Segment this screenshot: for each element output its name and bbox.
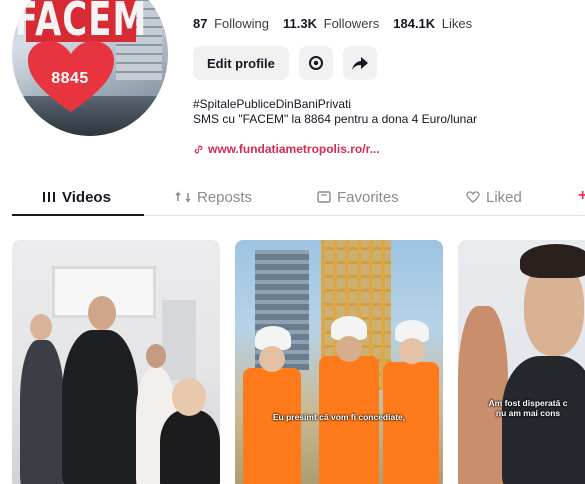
thumb-person	[502, 356, 585, 484]
thumb-head	[146, 344, 166, 368]
thumb-vest	[243, 368, 301, 484]
tab-reposts[interactable]: Reposts	[175, 178, 252, 216]
edit-profile-button[interactable]: Edit profile	[193, 46, 289, 80]
avatar-sign: FACEM	[15, 0, 146, 47]
profile-avatar[interactable]: FACEM 8845	[12, 0, 168, 136]
bio-hashtag[interactable]: #SpitalePubliceDinBaniPrivati	[193, 97, 477, 112]
tab-videos-label: Videos	[62, 188, 111, 206]
stat-following[interactable]: 87 Following	[193, 16, 269, 31]
stat-following-value: 87	[193, 16, 208, 31]
video-card[interactable]: Eu presimt că vom fi concediate,	[235, 240, 443, 484]
share-arrow-icon	[351, 57, 368, 70]
repost-icon	[175, 191, 191, 203]
heart-outline-icon	[466, 191, 480, 203]
gear-icon	[308, 56, 323, 70]
thumb-head	[88, 296, 116, 330]
thumb-person	[160, 410, 220, 484]
tab-liked-label: Liked	[486, 188, 522, 206]
avatar-heart-number: 8845	[51, 70, 89, 87]
thumb-person	[458, 306, 508, 484]
stat-followers-label: Followers	[323, 16, 380, 31]
grid-icon	[43, 192, 55, 202]
thumb-head	[172, 378, 206, 416]
thumb-head	[30, 314, 52, 340]
video-thumbnail-door	[162, 300, 196, 380]
video-caption: Eu presimt că vom fi concediate,	[272, 412, 406, 422]
thumb-head	[336, 336, 362, 362]
tab-favorites-label: Favorites	[337, 188, 399, 206]
video-caption: Am fost disperată c nu am mai cons	[488, 398, 568, 418]
profile-link-text: www.fundatiametropolis.ro/r...	[208, 142, 380, 156]
stat-likes-label: Likes	[441, 16, 473, 31]
thumb-hair	[520, 244, 585, 278]
tab-liked[interactable]: Liked	[466, 178, 522, 216]
profile-link[interactable]: www.fundatiametropolis.ro/r...	[193, 142, 380, 156]
video-card[interactable]	[12, 240, 220, 484]
thumb-person	[62, 330, 138, 484]
bio-text: SMS cu "FACEM" la 8864 pentru a dona 4 E…	[193, 112, 478, 126]
stat-likes-value: 184.1K	[393, 16, 436, 31]
active-tab-indicator	[12, 214, 144, 216]
stat-followers-value: 11.3K	[283, 16, 317, 31]
tab-videos[interactable]: Videos	[42, 178, 111, 216]
link-icon	[194, 145, 203, 153]
thumb-head	[399, 338, 425, 364]
stat-followers[interactable]: 11.3K Followers	[283, 16, 379, 31]
share-button[interactable]	[342, 46, 377, 80]
thumb-head	[259, 346, 285, 372]
tab-favorites[interactable]: Favorites	[317, 178, 399, 216]
add-icon[interactable]: +	[578, 187, 585, 205]
settings-button[interactable]	[298, 46, 333, 80]
video-card[interactable]: Am fost disperată c nu am mai cons	[458, 240, 585, 484]
thumb-person	[20, 340, 64, 484]
stat-likes: 184.1K Likes	[393, 16, 472, 31]
profile-tabs: Videos Reposts Favorites Liked +	[12, 178, 585, 216]
profile-actions: Edit profile	[193, 46, 377, 80]
profile-bio: #SpitalePubliceDinBaniPrivati SMS cu "FA…	[193, 97, 477, 127]
tab-reposts-label: Reposts	[197, 188, 253, 206]
thumb-vest	[383, 362, 439, 484]
stat-following-label: Following	[214, 16, 270, 31]
bookmark-icon	[317, 191, 331, 203]
profile-stats: 87 Following 11.3K Followers 184.1K Like…	[193, 16, 472, 31]
